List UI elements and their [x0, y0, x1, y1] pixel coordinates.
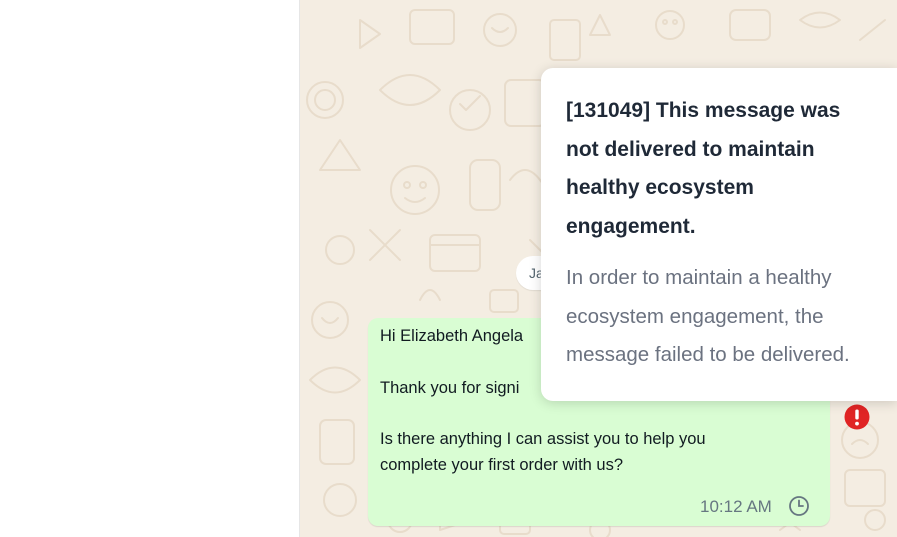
- chat-list-pane: [0, 0, 300, 537]
- tooltip-description: In order to maintain a healthy ecosystem…: [566, 266, 850, 366]
- delivery-error-tooltip: [131049] This message was not delivered …: [541, 68, 897, 401]
- error-exclamation-icon[interactable]: [844, 404, 870, 430]
- error-code: [131049]: [566, 99, 651, 122]
- message-text-line: Hi Elizabeth Angela: [380, 327, 524, 345]
- message-text-line: complete your first order with us?: [380, 456, 624, 474]
- message-text-line: Is there anything I can assist you to he…: [380, 430, 706, 448]
- tooltip-title: [131049] This message was not delivered …: [566, 92, 877, 246]
- clock-icon: [789, 496, 809, 516]
- message-timestamp: 10:12 AM: [700, 497, 772, 516]
- message-text-line: Thank you for signi: [380, 379, 520, 397]
